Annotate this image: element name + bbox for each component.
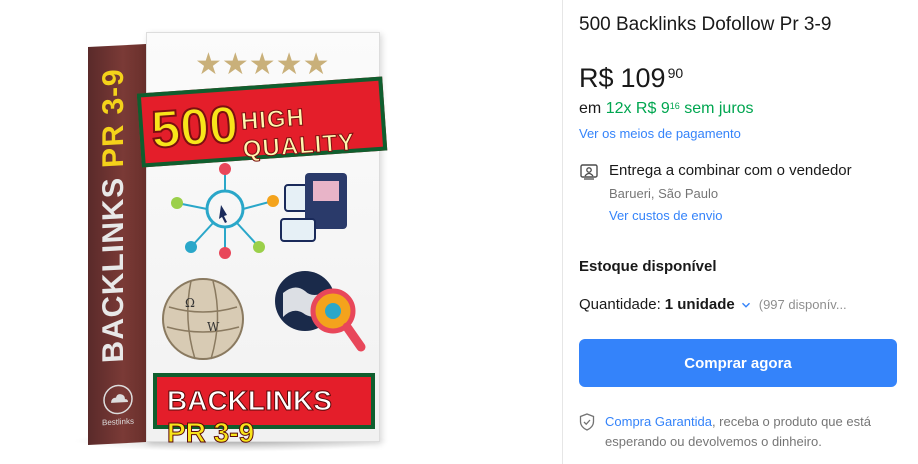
delivery-title: Entrega a combinar com o vendedor — [609, 162, 852, 179]
network-globe-illustration: Ω W — [162, 163, 366, 360]
seller-location: Barueri, São Paulo — [609, 186, 719, 201]
box-front: ★★★★★ 500 HIGH QUALITY Ω W BACKLINKS PR … — [136, 32, 388, 449]
price-integer: 109 — [620, 63, 666, 93]
buy-now-button[interactable]: Comprar agora — [579, 339, 897, 387]
installments-suffix: sem juros — [684, 100, 754, 117]
person-card-icon — [580, 164, 598, 180]
product-info-panel: 500 Backlinks Dofollow Pr 3-9 R$ 109 90 … — [579, 0, 909, 464]
guarantee-link[interactable]: Compra Garantida — [605, 414, 712, 429]
product-image-gallery[interactable]: BACKLINKS PR 3-9 Bestlinks ★★★★★ 500 HIG… — [0, 0, 562, 464]
quantity-value[interactable]: 1 unidade — [665, 296, 735, 313]
brand-label: Bestlinks — [101, 416, 134, 428]
price-cents: 90 — [667, 65, 684, 81]
svg-text:W: W — [207, 320, 220, 334]
svg-text:Ω: Ω — [185, 296, 195, 310]
quantity-available: (997 disponív... — [758, 297, 847, 312]
chevron-down-icon[interactable] — [741, 300, 751, 310]
installments: em 12x R$ 916 sem juros — [579, 100, 754, 118]
shipping-costs-link[interactable]: Ver custos de envio — [609, 208, 722, 223]
payment-methods-link[interactable]: Ver os meios de pagamento — [579, 126, 741, 141]
spine-text: BACKLINKS PR 3-9 — [97, 67, 130, 364]
banner-count: 500 — [148, 95, 241, 161]
installments-prefix: em — [579, 100, 602, 117]
price-currency: R$ — [579, 63, 614, 93]
top-banner: 500 HIGH QUALITY — [136, 76, 388, 168]
stock-status: Estoque disponível — [579, 258, 717, 275]
installments-amount: 12x R$ 916 sem juros — [605, 100, 754, 117]
guarantee-text: Compra Garantida, receba o produto que e… — [605, 412, 905, 452]
banner-headline: HIGH QUALITY — [240, 104, 357, 164]
bottom-banner: BACKLINKS PR 3-9 — [153, 373, 375, 449]
quantity-label: Quantidade: — [579, 296, 661, 313]
column-divider — [562, 0, 563, 464]
cloud-logo-icon — [103, 384, 133, 415]
bottom-banner-text: BACKLINKS PR 3-9 — [166, 385, 332, 449]
product-title: 500 Backlinks Dofollow Pr 3-9 — [579, 14, 832, 35]
rating-stars: ★★★★★ — [195, 48, 330, 81]
shield-check-icon — [579, 413, 595, 431]
price: R$ 109 90 — [579, 63, 683, 94]
quantity-selector[interactable]: Quantidade: 1 unidade (997 disponív... — [579, 296, 847, 313]
product-box-image[interactable]: BACKLINKS PR 3-9 Bestlinks ★★★★★ 500 HIG… — [88, 32, 388, 452]
installments-cents: 16 — [669, 101, 680, 111]
